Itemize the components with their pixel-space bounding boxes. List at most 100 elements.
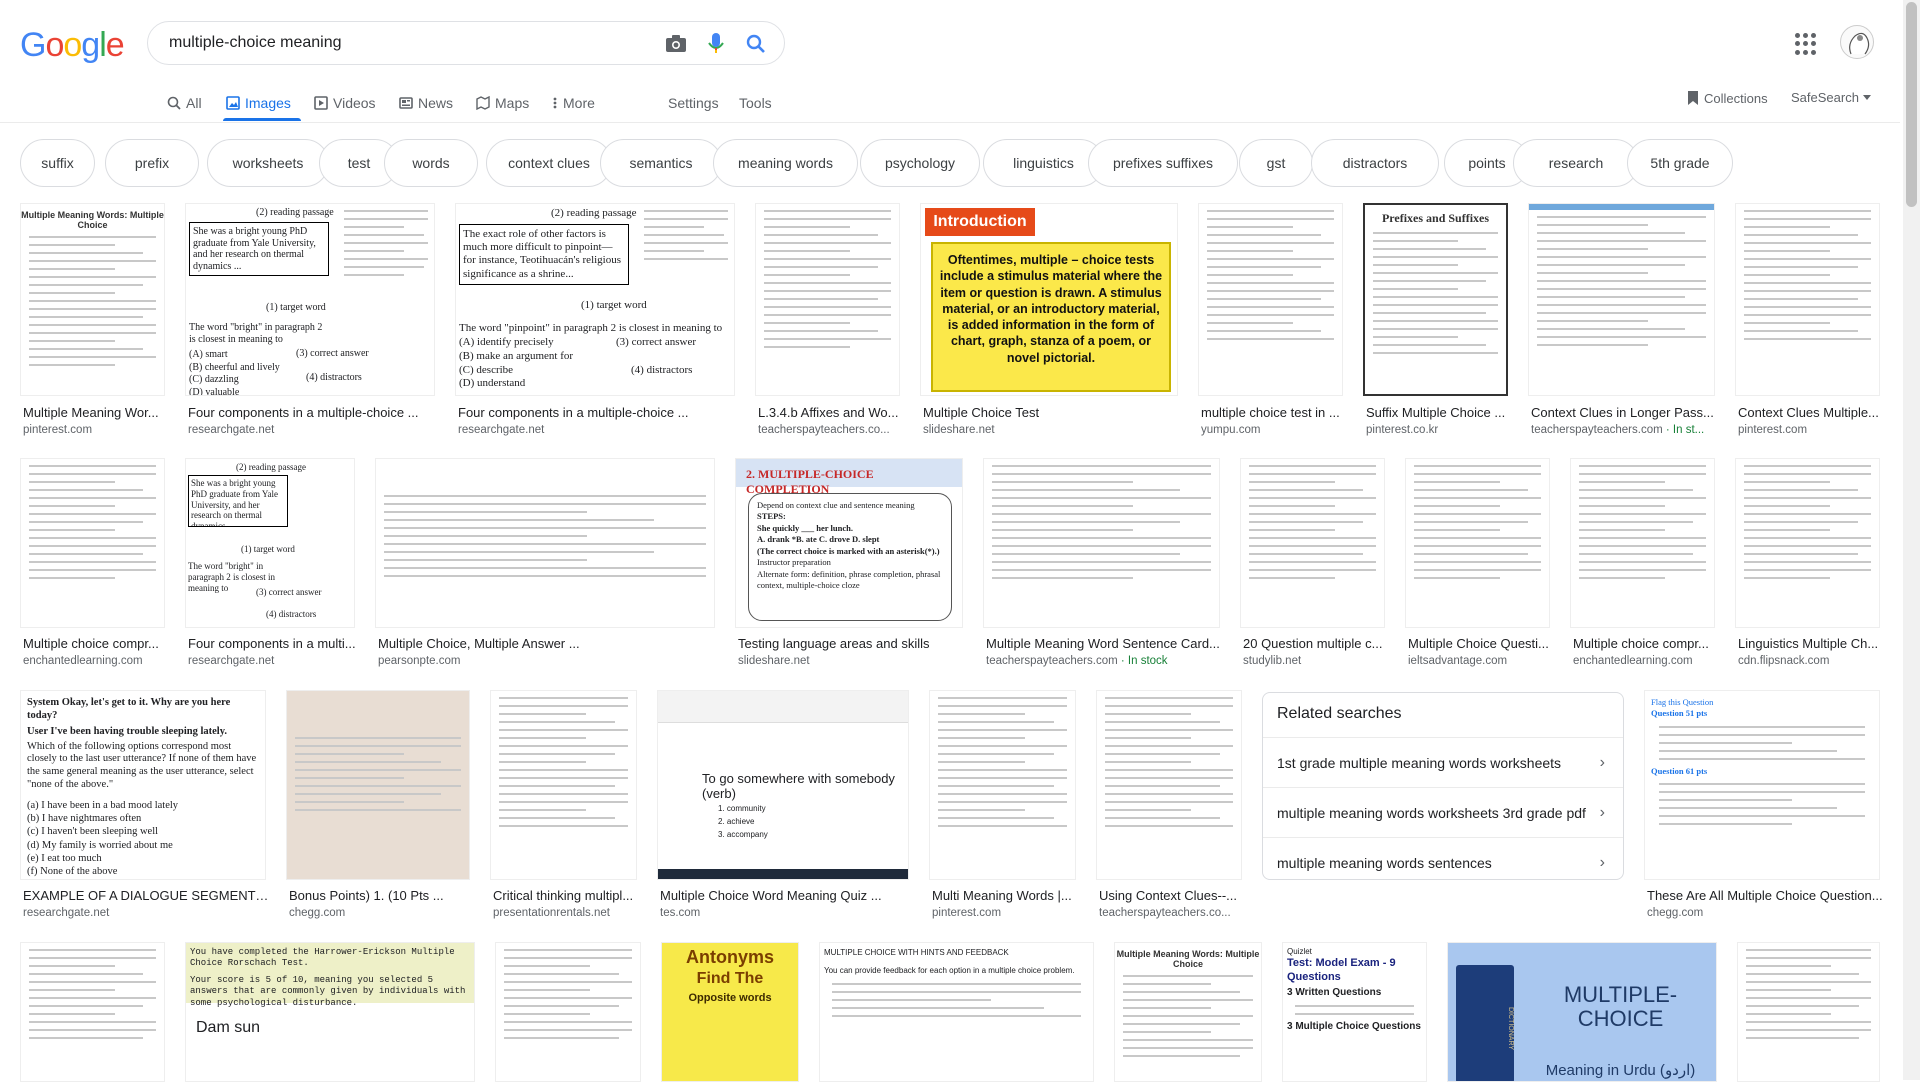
safesearch-menu[interactable]: SafeSearch: [1791, 90, 1871, 105]
result-thumbnail[interactable]: (2) reading passage She was a bright you…: [185, 458, 355, 628]
result-source[interactable]: cdn.flipsnack.com: [1738, 655, 1883, 667]
result-source[interactable]: tes.com: [660, 907, 912, 919]
result-source[interactable]: yumpu.com: [1201, 424, 1346, 436]
result-thumbnail[interactable]: [1735, 203, 1880, 396]
result-source[interactable]: pearsonpte.com: [378, 655, 718, 667]
result-source[interactable]: enchantedlearning.com: [23, 655, 168, 667]
image-result[interactable]: Multiple Choice Questi... ieltsadvantage…: [1405, 458, 1550, 673]
result-thumbnail[interactable]: [1735, 458, 1880, 628]
result-title[interactable]: 20 Question multiple c...: [1243, 636, 1388, 651]
result-thumbnail[interactable]: Multiple Meaning Words: Multiple Choice: [1114, 942, 1262, 1082]
chip[interactable]: context clues: [486, 139, 612, 187]
image-result[interactable]: Introduction Oftentimes, multiple – choi…: [920, 203, 1178, 443]
result-title[interactable]: Multiple Choice, Multiple Answer ...: [378, 636, 718, 651]
result-thumbnail[interactable]: [490, 690, 637, 880]
result-source[interactable]: slideshare.net: [738, 655, 966, 667]
tab-settings[interactable]: Settings: [668, 90, 719, 116]
result-source[interactable]: ieltsadvantage.com: [1408, 655, 1553, 667]
chip[interactable]: meaning words: [713, 139, 858, 187]
image-result[interactable]: (2) reading passage She was a bright you…: [185, 203, 435, 443]
result-thumbnail[interactable]: [1570, 458, 1715, 628]
result-thumbnail[interactable]: (2) reading passage She was a bright you…: [185, 203, 435, 396]
result-title[interactable]: Linguistics Multiple Ch...: [1738, 636, 1883, 651]
result-source[interactable]: researchgate.net: [188, 424, 433, 436]
result-title[interactable]: Multiple choice compr...: [23, 636, 168, 651]
image-result[interactable]: multiple choice test in ... yumpu.com: [1198, 203, 1343, 443]
result-source[interactable]: researchgate.net: [188, 655, 358, 667]
result-title[interactable]: Multiple Choice Test: [923, 405, 1178, 420]
tab-tools[interactable]: Tools: [739, 90, 772, 116]
google-logo[interactable]: Google: [20, 26, 125, 65]
result-thumbnail[interactable]: [1240, 458, 1385, 628]
result-thumbnail[interactable]: Prefixes and Suffixes: [1363, 203, 1508, 396]
image-result[interactable]: You have completed the Harrower-Erickson…: [185, 942, 475, 1082]
result-source[interactable]: pinterest.com: [932, 907, 1079, 919]
result-title[interactable]: EXAMPLE OF A DIALOGUE SEGMENT ...: [23, 888, 269, 903]
result-title[interactable]: Testing language areas and skills: [738, 636, 966, 651]
result-source[interactable]: teacherspayteachers.com · In st...: [1531, 424, 1718, 436]
related-search-item[interactable]: multiple meaning words sentences ›: [1263, 837, 1623, 887]
result-title[interactable]: Four components in a multiple-choice ...: [458, 405, 736, 420]
result-thumbnail[interactable]: Flag this Question Question 51 pts Quest…: [1644, 690, 1880, 880]
result-source[interactable]: teacherspayteachers.com · In stock: [986, 655, 1223, 667]
result-source[interactable]: pinterest.com: [23, 424, 168, 436]
image-result[interactable]: Multiple choice compr... enchantedlearni…: [1570, 458, 1715, 673]
chip[interactable]: gst: [1239, 139, 1313, 187]
result-thumbnail[interactable]: [755, 203, 900, 396]
microphone-icon[interactable]: [704, 32, 728, 56]
result-title[interactable]: Four components in a multiple-choice ...: [188, 405, 433, 420]
image-result[interactable]: Multiple Meaning Words: Multiple Choice …: [20, 203, 165, 443]
result-source[interactable]: chegg.com: [289, 907, 473, 919]
image-result[interactable]: Using Context Clues--... teacherspayteac…: [1096, 690, 1242, 925]
result-title[interactable]: Suffix Multiple Choice ...: [1366, 405, 1511, 420]
image-result[interactable]: Quizlet Test: Model Exam - 9 Questions 3…: [1282, 942, 1427, 1082]
image-result[interactable]: DICTIONARY MULTIPLE-CHOICE Meaning in Ur…: [1447, 942, 1717, 1082]
result-thumbnail[interactable]: [1096, 690, 1242, 880]
image-result[interactable]: Linguistics Multiple Ch... cdn.flipsnack…: [1735, 458, 1880, 673]
result-thumbnail[interactable]: Multiple Meaning Words: Multiple Choice: [20, 203, 165, 396]
result-thumbnail[interactable]: Quizlet Test: Model Exam - 9 Questions 3…: [1282, 942, 1427, 1082]
result-thumbnail[interactable]: 2. MULTIPLE-CHOICE COMPLETION Depend on …: [735, 458, 963, 628]
tab-more[interactable]: More: [552, 90, 595, 116]
image-result[interactable]: Prefixes and Suffixes Suffix Multiple Ch…: [1363, 203, 1508, 443]
related-search-item[interactable]: multiple meaning words worksheets 3rd gr…: [1263, 787, 1623, 837]
result-title[interactable]: Multi Meaning Words |...: [932, 888, 1079, 903]
result-thumbnail[interactable]: Introduction Oftentimes, multiple – choi…: [920, 203, 1178, 396]
image-result[interactable]: System Okay, let's get to it. Why are yo…: [20, 690, 269, 925]
result-source[interactable]: researchgate.net: [23, 907, 269, 919]
result-thumbnail[interactable]: [495, 942, 641, 1082]
search-icon[interactable]: [744, 32, 768, 56]
camera-icon[interactable]: [664, 32, 688, 56]
tab-videos[interactable]: Videos: [314, 90, 376, 116]
result-title[interactable]: Critical thinking multipl...: [493, 888, 640, 903]
apps-grid-icon[interactable]: [1795, 33, 1817, 55]
result-title[interactable]: Context Clues Multiple...: [1738, 405, 1883, 420]
image-result[interactable]: Antonyms Find The Opposite words: [661, 942, 799, 1082]
related-search-item[interactable]: 1st grade multiple meaning words workshe…: [1263, 737, 1623, 787]
image-result[interactable]: 20 Question multiple c... studylib.net: [1240, 458, 1385, 673]
result-title[interactable]: Four components in a multi...: [188, 636, 358, 651]
result-title[interactable]: Using Context Clues--...: [1099, 888, 1245, 903]
tab-all[interactable]: All: [167, 90, 202, 116]
result-title[interactable]: Context Clues in Longer Pass...: [1531, 405, 1718, 420]
result-thumbnail[interactable]: You have completed the Harrower-Erickson…: [185, 942, 475, 1082]
result-thumbnail[interactable]: (2) reading passage The exact role of ot…: [455, 203, 735, 396]
image-result[interactable]: MULTIPLE CHOICE WITH HINTS AND FEEDBACK …: [819, 942, 1094, 1082]
result-title[interactable]: Multiple Choice Questi...: [1408, 636, 1553, 651]
chip[interactable]: suffix: [20, 139, 95, 187]
result-title[interactable]: multiple choice test in ...: [1201, 405, 1346, 420]
result-thumbnail[interactable]: [286, 690, 470, 880]
chip[interactable]: prefix: [105, 139, 199, 187]
result-thumbnail[interactable]: MULTIPLE CHOICE WITH HINTS AND FEEDBACK …: [819, 942, 1094, 1082]
result-source[interactable]: pinterest.co.kr: [1366, 424, 1511, 436]
avatar[interactable]: [1840, 25, 1874, 59]
result-source[interactable]: presentationrentals.net: [493, 907, 640, 919]
search-input[interactable]: [167, 33, 637, 53]
scrollbar-thumb[interactable]: [1906, 2, 1917, 207]
result-thumbnail[interactable]: [1405, 458, 1550, 628]
result-source[interactable]: enchantedlearning.com: [1573, 655, 1718, 667]
result-thumbnail[interactable]: [375, 458, 715, 628]
result-thumbnail[interactable]: [1737, 942, 1880, 1082]
result-title[interactable]: L.3.4.b Affixes and Wo...: [758, 405, 903, 420]
chip[interactable]: 5th grade: [1627, 139, 1733, 187]
